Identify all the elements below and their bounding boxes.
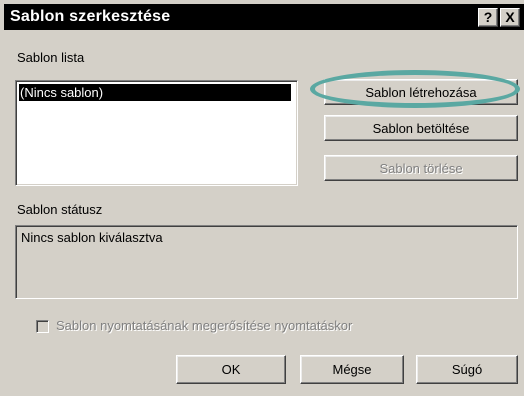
close-icon[interactable]: X <box>500 8 520 27</box>
template-list-label: Sablon lista <box>17 50 85 65</box>
ok-button[interactable]: OK <box>176 355 286 384</box>
template-editor-dialog: Sablon szerkesztése ? X Sablon lista (Ni… <box>0 0 524 396</box>
confirm-print-checkbox-label[interactable]: Sablon nyomtatásának megerősítése nyomta… <box>56 318 352 333</box>
template-listbox[interactable]: (Nincs sablon) <box>15 80 298 186</box>
list-item-selected[interactable]: (Nincs sablon) <box>19 84 291 101</box>
template-status-text: Nincs sablon kiválasztva <box>21 230 163 245</box>
cancel-button[interactable]: Mégse <box>300 355 404 384</box>
load-template-button[interactable]: Sablon betöltése <box>324 115 518 141</box>
title-bar[interactable]: Sablon szerkesztése ? X <box>4 4 524 30</box>
help-button[interactable]: Súgó <box>416 355 518 384</box>
delete-template-button[interactable]: Sablon törlése <box>324 155 518 181</box>
help-question-icon[interactable]: ? <box>478 8 498 27</box>
create-template-button[interactable]: Sablon létrehozása <box>324 79 518 105</box>
template-status-box: Nincs sablon kiválasztva <box>15 225 518 299</box>
window-title: Sablon szerkesztése <box>10 8 171 25</box>
template-status-label: Sablon státusz <box>17 202 103 217</box>
confirm-print-checkbox[interactable] <box>36 320 49 333</box>
